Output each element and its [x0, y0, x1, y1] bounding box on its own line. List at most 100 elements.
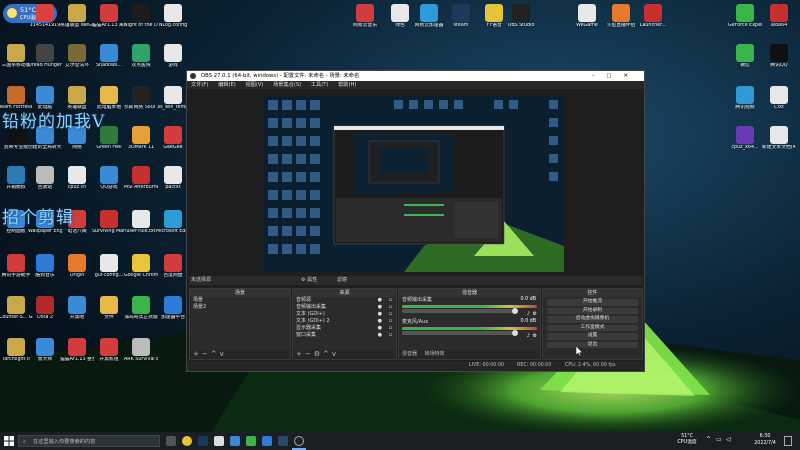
scene-item[interactable]: 场景	[190, 297, 290, 304]
volume-icon[interactable]: ◁	[726, 436, 731, 443]
desktop-shortcut[interactable]: Origin	[60, 254, 94, 279]
studio-mode-button[interactable]: 工作室模式	[547, 324, 638, 331]
obs-preview[interactable]	[264, 96, 564, 272]
desktop-shortcut[interactable]: 猫猫Ar1.13 整合包	[60, 338, 94, 363]
add-icon[interactable]: +	[296, 350, 305, 358]
remove-icon[interactable]: −	[305, 350, 314, 358]
desktop-shortcut[interactable]: Shadows...	[92, 44, 126, 69]
lock-icon[interactable]: ▫	[389, 332, 392, 339]
desktop-shortcut[interactable]: 1145141919	[28, 4, 62, 29]
cpu-temp-widget[interactable]: 51°C CPU温度	[676, 434, 698, 446]
remove-icon[interactable]: −	[202, 350, 211, 358]
move-up-icon[interactable]: ^	[211, 350, 220, 358]
speaker-icon[interactable]: ♪	[527, 333, 530, 339]
lock-icon[interactable]: ▫	[389, 304, 392, 311]
desktop-shortcut[interactable]: 网易云加速器	[412, 4, 446, 29]
lock-icon[interactable]: ▫	[389, 311, 392, 318]
desktop-shortcut[interactable]: 奈斯网络 Soul ...	[124, 86, 158, 111]
properties-button[interactable]: ⚙ 属性	[301, 276, 317, 285]
move-up-icon[interactable]: ^	[323, 350, 332, 358]
tab-transitions[interactable]: 转场特效	[425, 351, 445, 357]
clock[interactable]: 6:30 2022/7/4	[752, 434, 778, 447]
start-recording-button[interactable]: 开始录制	[547, 307, 638, 314]
app-icon[interactable]	[262, 436, 272, 446]
source-item[interactable]: 音频源 ● ▫	[293, 297, 396, 304]
close-icon[interactable]: ✕	[624, 73, 640, 79]
exit-button[interactable]: 退出	[547, 341, 638, 348]
desktop-shortcut[interactable]: 新建文本文档(4).txt	[762, 126, 796, 151]
network-icon[interactable]: ▭	[716, 436, 722, 443]
source-item[interactable]: 音频输出采集 ● ▫	[293, 304, 396, 311]
desktop-shortcut[interactable]: cpuz_x64...	[728, 126, 762, 151]
scene-item[interactable]: 场景2	[190, 304, 290, 311]
desktop-shortcut[interactable]: Cfxt	[762, 86, 796, 111]
desktop-shortcut[interactable]: 网易云音乐	[348, 4, 382, 29]
maximize-icon[interactable]: □	[607, 73, 624, 79]
settings-icon[interactable]: ⚙	[314, 350, 323, 358]
desktop-shortcut[interactable]: 艾尔登法环	[60, 44, 94, 69]
visibility-icon[interactable]: ●	[378, 318, 382, 325]
start-button[interactable]	[4, 436, 14, 446]
desktop-shortcut[interactable]: 回收站	[28, 166, 62, 191]
desktop-shortcut[interactable]: Night of the Dead	[124, 4, 158, 29]
source-item[interactable]: 文本 (GDI+) ● ▫	[293, 311, 396, 318]
menu-edit[interactable]: 编辑(E)	[218, 82, 236, 88]
obs-window[interactable]: OBS 27.0.1 (64-bit, windows) - 配置文件: 未命名…	[186, 70, 645, 372]
settings-button[interactable]: 设置	[547, 333, 638, 340]
tray-up-arrow-icon[interactable]: ^	[706, 436, 711, 443]
desktop-shortcut[interactable]: 开黑啦	[60, 296, 94, 321]
desktop-shortcut[interactable]: 鲁大师	[28, 338, 62, 363]
source-item[interactable]: 显示器采集 ● ▫	[293, 325, 396, 332]
visibility-icon[interactable]: ●	[378, 311, 382, 318]
desktop-shortcut[interactable]: Google Chrome	[124, 254, 158, 279]
desktop-shortcut[interactable]: 3DMark 11	[124, 126, 158, 151]
app-icon[interactable]	[230, 436, 240, 446]
desktop-shortcut[interactable]: Microsoft Edge	[156, 210, 190, 235]
minimize-icon[interactable]: –	[592, 73, 607, 79]
desktop-shortcut[interactable]: QQ游戏	[92, 166, 126, 191]
visibility-icon[interactable]: ●	[378, 304, 382, 311]
desktop-shortcut[interactable]: ss_win_temp	[156, 86, 190, 111]
add-icon[interactable]: +	[193, 350, 202, 358]
desktop-shortcut[interactable]: 加速器平台	[156, 296, 190, 321]
slider-knob[interactable]	[512, 330, 518, 336]
lock-icon[interactable]: ▫	[389, 318, 392, 325]
desktop-shortcut[interactable]: MSI Afterburner	[124, 166, 158, 191]
desktop-shortcut[interactable]: 猫猫Ar1.13 离线射版	[92, 4, 126, 29]
menu-scene-collection[interactable]: 场景集合(S)	[273, 82, 301, 88]
filters-button[interactable]: 滤镜	[337, 276, 347, 285]
desktop-shortcut[interactable]: 海岛奇兵正式版	[124, 296, 158, 321]
source-item[interactable]: 文本 (GDI+) 2 ● ▫	[293, 318, 396, 325]
slider-knob[interactable]	[512, 308, 518, 314]
desktop-shortcut[interactable]: gui-config...	[92, 254, 126, 279]
desktop-shortcut[interactable]: Surviving Mars	[92, 210, 126, 235]
desktop-shortcut[interactable]: 双点医院	[124, 44, 158, 69]
menu-view[interactable]: 视图(V)	[245, 82, 263, 88]
desktop-shortcut[interactable]: 英雄联盟 WeGame版	[60, 4, 94, 29]
desktop-shortcut[interactable]: Launcher...	[636, 4, 670, 29]
desktop-shortcut[interactable]: NLog.config	[156, 4, 190, 29]
menu-tools[interactable]: 工具(T)	[311, 82, 329, 88]
desktop-shortcut[interactable]: 斗鱼直播伴侣	[604, 4, 638, 29]
obs-icon[interactable]	[294, 436, 304, 446]
speaker-icon[interactable]: ♪	[527, 311, 530, 317]
taskbar-search-input[interactable]: ⌕ 在这里输入你要搜索的内容	[18, 435, 160, 447]
desktop-shortcut[interactable]: GeeGee	[156, 126, 190, 151]
desktop-shortcut[interactable]: WeGame	[570, 4, 604, 29]
chrome-icon[interactable]	[182, 436, 192, 446]
desktop-shortcut[interactable]: 百度网盘	[156, 254, 190, 279]
obs-titlebar[interactable]: OBS 27.0.1 (64-bit, windows) - 配置文件: 未命名…	[187, 71, 644, 81]
desktop-shortcut[interactable]: pactxt	[156, 166, 190, 191]
desktop-shortcut[interactable]: OBS Studio	[504, 4, 538, 29]
gear-icon[interactable]: ⚙	[533, 333, 537, 339]
move-down-icon[interactable]: v	[332, 350, 339, 358]
gear-icon[interactable]: ⚙	[533, 311, 537, 317]
desktop-shortcut[interactable]: cpuz.cn	[60, 166, 94, 191]
desktop-shortcut[interactable]: aida64	[762, 4, 796, 29]
steam-icon[interactable]	[278, 436, 288, 446]
visibility-icon[interactable]: ●	[378, 325, 382, 332]
desktop-shortcut[interactable]: 腾讯QQ	[762, 44, 796, 69]
start-streaming-button[interactable]: 开始推流	[547, 299, 638, 306]
menu-file[interactable]: 文件(F)	[191, 82, 208, 88]
volume-slider[interactable]	[402, 330, 518, 336]
